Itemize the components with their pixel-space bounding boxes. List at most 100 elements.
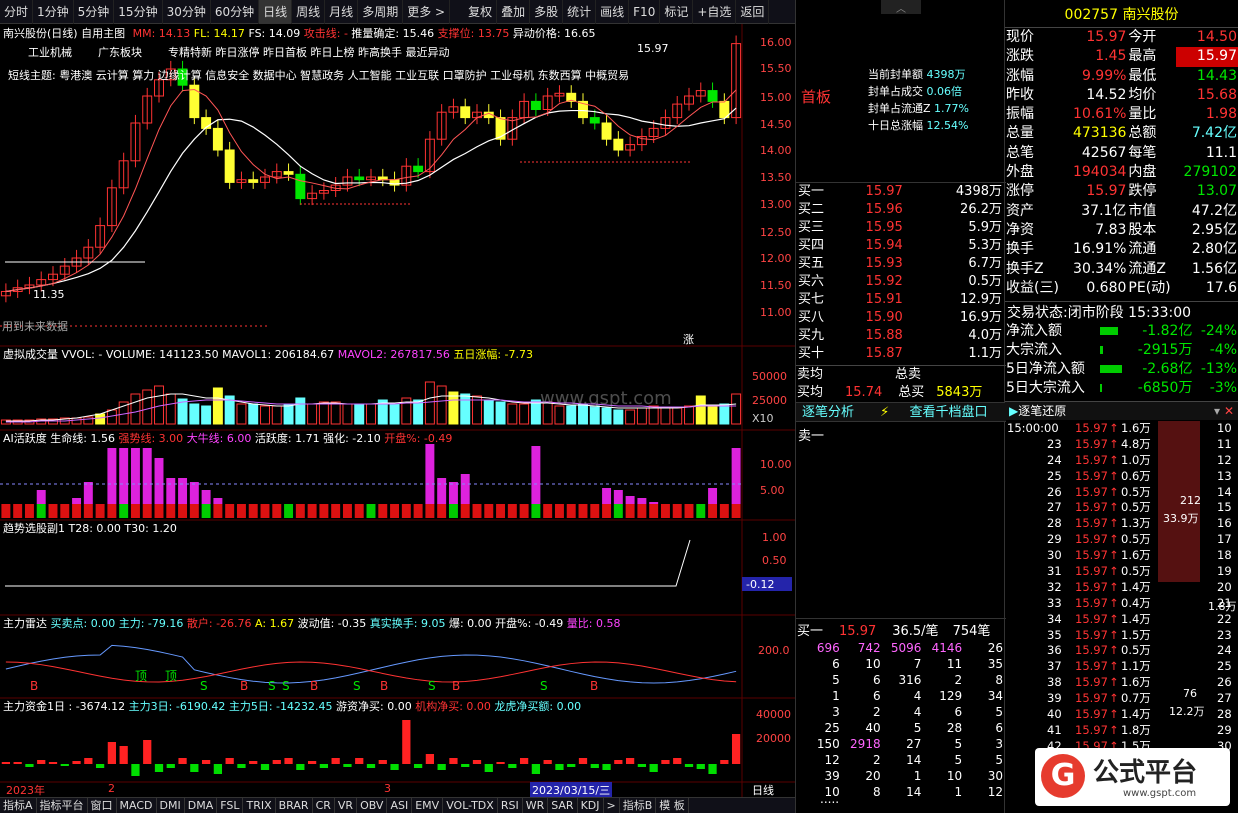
- quote-value: 7.83: [1095, 221, 1127, 238]
- quote-label: 现价: [1006, 29, 1034, 45]
- indicator-tab-21[interactable]: 模 板: [656, 798, 689, 813]
- indicator-tab-10[interactable]: VR: [335, 798, 358, 813]
- tick-right-time: 28: [1217, 707, 1232, 722]
- indicator-tab-12[interactable]: ASI: [387, 798, 413, 813]
- tool-btn-1[interactable]: 叠加: [497, 0, 531, 24]
- period-tab-4[interactable]: 30分钟: [163, 0, 211, 24]
- quote-value: 2.80亿: [1191, 241, 1237, 258]
- indicator-tab-16[interactable]: WR: [523, 798, 549, 813]
- flow-value: -6850万: [1137, 380, 1193, 396]
- bid-level: 买八: [798, 310, 825, 325]
- ai-base-bar: [613, 504, 623, 518]
- tick-price: 15.97: [1075, 452, 1108, 467]
- fund-bar: [95, 764, 105, 768]
- indicator-tab-9[interactable]: CR: [313, 798, 335, 813]
- indicator-tab-4[interactable]: DMI: [157, 798, 185, 813]
- tick-up-icon: ↑: [1109, 659, 1119, 674]
- buy-avg-label: 买均: [797, 385, 824, 400]
- period-tab-10[interactable]: 更多 >: [403, 0, 451, 24]
- period-tab-3[interactable]: 15分钟: [114, 0, 163, 24]
- tool-btn-0[interactable]: 复权: [464, 0, 498, 24]
- period-tab-9[interactable]: 多周期: [358, 0, 404, 24]
- tag-region: 广东板块: [98, 46, 142, 59]
- dropdown-icon[interactable]: ▾: [1214, 402, 1220, 420]
- period-tab-1[interactable]: 1分钟: [33, 0, 74, 24]
- indicator-tab-7[interactable]: TRIX: [243, 798, 276, 813]
- bid-row[interactable]: 买四 15.94 5.3万: [797, 237, 1003, 255]
- indicator-tab-8[interactable]: BRAR: [276, 798, 313, 813]
- quote-label: PE(动): [1128, 279, 1171, 296]
- indicator-tab-2[interactable]: 窗口: [88, 798, 117, 813]
- indicator-tab-18[interactable]: KDJ: [578, 798, 604, 813]
- stock-code: 002757: [1064, 7, 1118, 23]
- radar-mmd: 买卖点: 0.00: [50, 617, 116, 630]
- flow-table: 净流入额 -1.82亿 -24% 大宗流入 -2915万 -4% 5日净流入额 -2.68亿 -…: [1005, 322, 1238, 398]
- radar-signal: S: [282, 679, 290, 693]
- tick-up-icon: ↑: [1109, 564, 1119, 579]
- indicator-tab-5[interactable]: DMA: [185, 798, 218, 813]
- bid-row[interactable]: 买六 15.92 0.5万: [797, 273, 1003, 291]
- indicator-tab-6[interactable]: FSL: [217, 798, 244, 813]
- quote-value: 11.1: [1205, 144, 1237, 161]
- ai-base-bar: [342, 504, 352, 518]
- fund-bar: [143, 740, 152, 764]
- bid-row[interactable]: 买一 15.97 4398万: [797, 183, 1003, 201]
- tick-price: 15.97: [1075, 468, 1108, 483]
- bid-row[interactable]: 买二 15.96 26.2万: [797, 201, 1003, 219]
- bid-row[interactable]: 买三 15.95 5.9万: [797, 219, 1003, 237]
- period-tab-5[interactable]: 60分钟: [211, 0, 260, 24]
- period-tab-6[interactable]: 日线: [259, 0, 293, 24]
- close-icon[interactable]: ✕: [1224, 402, 1234, 420]
- tab-tick-analysis[interactable]: 逐笔分析: [802, 405, 854, 420]
- indicator-tab-13[interactable]: EMV: [412, 798, 444, 813]
- logo-url: www.gspt.com: [1123, 788, 1197, 799]
- quote-label: 外盘: [1006, 164, 1034, 181]
- collapse-up-icon[interactable]: ︿: [881, 0, 921, 15]
- tick-time: 39: [1047, 691, 1062, 706]
- buy1-price: 15.97: [839, 624, 877, 639]
- indicator-tab-3[interactable]: MACD: [117, 798, 157, 813]
- tool-btn-8[interactable]: 返回: [736, 0, 770, 24]
- bid-price: 15.87: [865, 346, 903, 361]
- radar-signal: 顶: [165, 669, 177, 683]
- main-tag[interactable]: 自用主图: [81, 27, 125, 40]
- period-tab-7[interactable]: 周线: [292, 0, 326, 24]
- fund-bar: [673, 758, 682, 764]
- indicator-tab-11[interactable]: OBV: [357, 798, 388, 813]
- indicator-tab-0[interactable]: 指标A: [0, 798, 37, 813]
- tool-btn-5[interactable]: F10: [629, 0, 661, 24]
- bid-row[interactable]: 买五 15.93 6.7万: [797, 255, 1003, 273]
- bid-row[interactable]: 买八 15.90 16.9万: [797, 309, 1003, 327]
- tool-btn-6[interactable]: 标记: [660, 0, 694, 24]
- indicator-tab-14[interactable]: VOL-TDX: [443, 798, 498, 813]
- day-button[interactable]: 日线: [752, 782, 774, 798]
- fund-lh: 龙虎净买额: 0.00: [494, 700, 582, 713]
- queue-cell: 3: [995, 737, 1003, 751]
- period-tab-8[interactable]: 月线: [325, 0, 359, 24]
- tool-btn-3[interactable]: 统计: [563, 0, 597, 24]
- tick-time: 35: [1047, 627, 1062, 642]
- fund-bar: [602, 764, 611, 770]
- kline-chart[interactable]: 16.00 15.50 15.00 14.50 14.00 13.50 13.00 12.50…: [0, 24, 795, 797]
- tool-btn-2[interactable]: 多股: [530, 0, 564, 24]
- bid-price: 15.91: [865, 292, 903, 307]
- bid-row[interactable]: 买七 15.91 12.9万: [797, 291, 1003, 309]
- indicator-tab-19[interactable]: >: [604, 798, 620, 813]
- tick-right-time: 10: [1217, 421, 1232, 435]
- tab-thousand-depth[interactable]: 查看千档盘口: [909, 405, 987, 420]
- period-tab-2[interactable]: 5分钟: [74, 0, 115, 24]
- tick-menu-icon[interactable]: ▶: [1009, 404, 1018, 418]
- radar-signal: B: [30, 679, 38, 693]
- sell-avg-label: 卖均: [797, 367, 824, 382]
- period-tab-0[interactable]: 分时: [0, 0, 34, 24]
- rise-mark: 涨: [683, 333, 694, 346]
- tool-btn-4[interactable]: 画线: [596, 0, 630, 24]
- queue-cell: 30: [987, 769, 1003, 783]
- bid-row[interactable]: 买十 15.87 1.1万: [797, 345, 1003, 363]
- indicator-tab-17[interactable]: SAR: [548, 798, 578, 813]
- indicator-tab-15[interactable]: RSI: [498, 798, 523, 813]
- tool-btn-7[interactable]: +自选: [693, 0, 737, 24]
- indicator-tab-1[interactable]: 指标平台: [37, 798, 88, 813]
- bid-row[interactable]: 买九 15.88 4.0万: [797, 327, 1003, 345]
- indicator-tab-20[interactable]: 指标B: [620, 798, 657, 813]
